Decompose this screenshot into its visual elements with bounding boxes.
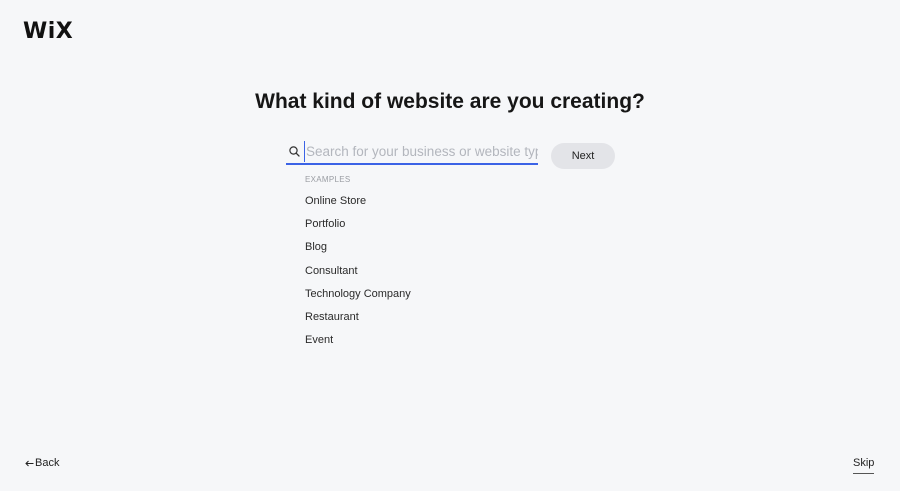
example-item-portfolio[interactable]: Portfolio bbox=[305, 217, 411, 240]
next-button[interactable]: Next bbox=[551, 143, 615, 169]
examples-heading: EXAMPLES bbox=[305, 175, 351, 184]
wix-logo[interactable]: WiX bbox=[23, 19, 73, 45]
back-label: Back bbox=[35, 457, 60, 469]
example-item-event[interactable]: Event bbox=[305, 333, 411, 356]
examples-list: Online Store Portfolio Blog Consultant T… bbox=[305, 194, 411, 356]
search-icon bbox=[288, 145, 302, 159]
example-item-restaurant[interactable]: Restaurant bbox=[305, 310, 411, 333]
example-item-blog[interactable]: Blog bbox=[305, 240, 411, 263]
page-title: What kind of website are you creating? bbox=[255, 90, 645, 113]
arrow-left-icon bbox=[25, 459, 34, 468]
example-item-technology-company[interactable]: Technology Company bbox=[305, 287, 411, 310]
example-item-consultant[interactable]: Consultant bbox=[305, 264, 411, 287]
search-field[interactable] bbox=[286, 140, 538, 165]
back-button[interactable]: Back bbox=[25, 457, 59, 469]
skip-button[interactable]: Skip bbox=[853, 457, 875, 474]
example-item-online-store[interactable]: Online Store bbox=[305, 194, 411, 217]
search-input[interactable] bbox=[304, 141, 538, 162]
